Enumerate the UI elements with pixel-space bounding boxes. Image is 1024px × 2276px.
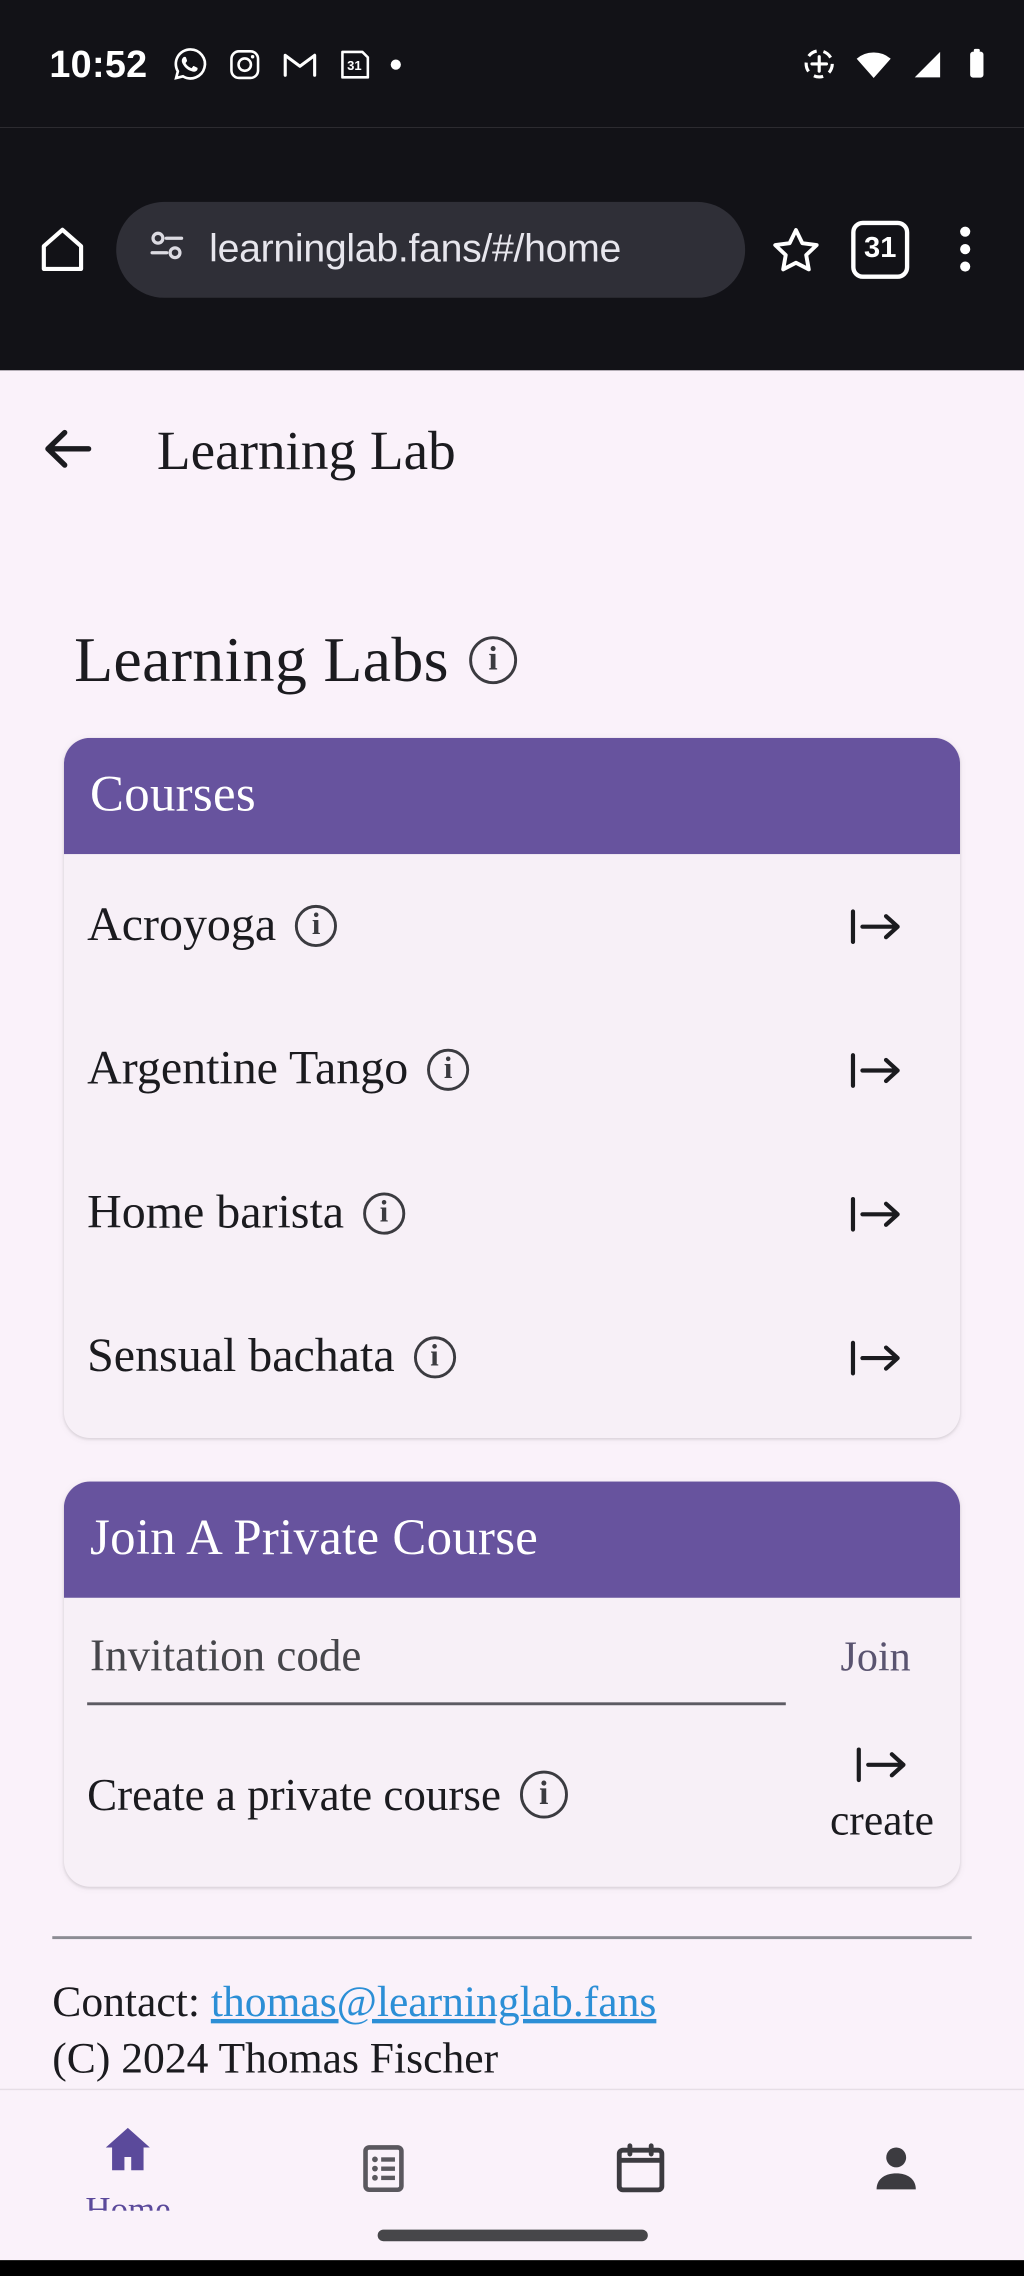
course-info-icon[interactable] [362, 1192, 406, 1235]
course-row-left: Argentine Tango [87, 1042, 470, 1097]
course-row-left: Acroyoga [87, 899, 338, 953]
join-card-title: Join A Private Course [90, 1509, 539, 1566]
join-card-body: Join Create a private course create [64, 1598, 960, 1887]
courses-card-title: Courses [90, 765, 256, 823]
contact-prefix: Contact: [52, 1978, 211, 2027]
calendar-31-icon: 31 [336, 46, 372, 82]
create-private-course-row[interactable]: Create a private course create [64, 1705, 960, 1878]
home-icon[interactable] [23, 210, 101, 288]
course-label: Argentine Tango [87, 1042, 409, 1096]
calendar-icon [611, 2140, 669, 2205]
contact-email-link[interactable]: thomas@learninglab.fans [211, 1978, 657, 2026]
android-status-bar: 10:52 31 [0, 0, 1024, 128]
site-permissions-icon[interactable] [145, 224, 189, 275]
bookmark-star-icon[interactable] [757, 210, 835, 288]
instagram-icon [226, 46, 262, 82]
gesture-navigation-bar[interactable] [0, 2210, 1024, 2261]
page-title-row: Learning Labs [0, 533, 1024, 738]
course-row-left: Home barista [87, 1186, 406, 1241]
list-icon [356, 2141, 411, 2203]
create-private-course-label: Create a private course [87, 1768, 501, 1820]
course-info-icon[interactable] [413, 1336, 456, 1379]
app-bar-title: Learning Lab [156, 421, 456, 483]
course-info-icon[interactable] [295, 904, 338, 948]
phone-screen: 10:52 31 learninglab.fans/#/home 31 Lear… [0, 0, 1024, 2261]
create-action-label: create [829, 1796, 934, 1845]
scroll-area[interactable]: Learning Labs Courses Acroyoga [0, 533, 1024, 2089]
person-icon [867, 2140, 925, 2205]
page-title-info-icon[interactable] [469, 636, 518, 685]
courses-list: Acroyoga Argentine Tango [64, 854, 960, 1438]
whatsapp-icon [171, 45, 209, 83]
cellular-signal-icon [909, 46, 945, 82]
status-bar-clock: 10:52 [49, 41, 148, 85]
courses-card-header: Courses [63, 737, 961, 855]
omnibox[interactable]: learninglab.fans/#/home [116, 201, 746, 298]
tab-count-badge: 31 [851, 220, 910, 279]
status-bar-left: 10:52 31 [49, 41, 800, 86]
nav-item-calendar[interactable] [512, 2140, 768, 2211]
app-viewport: Learning Lab Learning Labs Courses Acroy… [0, 370, 1024, 2261]
contact-line: Contact: thomas@learninglab.fans [52, 1974, 971, 2031]
home-icon [99, 2120, 157, 2185]
courses-card: Courses Acroyoga Argenti [63, 737, 961, 1438]
course-row[interactable]: Sensual bachata [64, 1285, 960, 1429]
enter-course-icon[interactable] [847, 1047, 905, 1093]
footer: Contact: thomas@learninglab.fans (C) 202… [0, 1936, 1024, 2087]
invitation-code-field[interactable] [87, 1629, 786, 1706]
overflow-menu-icon[interactable] [925, 210, 1003, 288]
course-label: Home barista [87, 1186, 345, 1239]
invitation-code-input[interactable] [87, 1629, 786, 1682]
tab-switcher-icon[interactable]: 31 [841, 210, 919, 288]
course-row[interactable]: Home barista [64, 1142, 960, 1286]
course-row[interactable]: Argentine Tango [64, 998, 960, 1142]
gmail-icon [280, 44, 319, 83]
create-row-left: Create a private course [87, 1768, 568, 1820]
wifi-icon [854, 44, 893, 83]
course-label: Acroyoga [87, 899, 277, 952]
back-arrow-icon[interactable] [38, 418, 99, 486]
location-icon [800, 45, 838, 83]
join-private-course-card: Join A Private Course Join Create a priv… [63, 1481, 961, 1887]
nav-item-profile[interactable] [768, 2140, 1024, 2211]
omnibox-url-text[interactable]: learninglab.fans/#/home [209, 227, 621, 272]
enter-course-icon[interactable] [847, 903, 905, 949]
status-bar-right [800, 44, 992, 83]
enter-course-icon[interactable] [847, 1334, 905, 1380]
create-info-icon[interactable] [519, 1770, 568, 1819]
join-card-header: Join A Private Course [63, 1481, 961, 1598]
create-private-course-button[interactable]: create [830, 1743, 934, 1846]
create-arrow-icon [853, 1743, 911, 1794]
page-title: Learning Labs [74, 624, 449, 696]
footer-divider [52, 1936, 972, 1940]
dot-icon [389, 58, 401, 69]
course-row-left: Sensual bachata [87, 1330, 456, 1384]
app-bar: Learning Lab [0, 370, 1024, 533]
course-label: Sensual bachata [87, 1330, 395, 1383]
join-button[interactable]: Join [840, 1634, 910, 1705]
browser-toolbar: learninglab.fans/#/home 31 [0, 127, 1024, 371]
battery-icon [962, 46, 993, 82]
course-row[interactable]: Acroyoga [64, 854, 960, 998]
enter-course-icon[interactable] [847, 1190, 905, 1236]
invitation-code-row: Join [64, 1598, 960, 1706]
course-info-icon[interactable] [427, 1048, 470, 1091]
nav-item-list[interactable] [256, 2141, 512, 2209]
copyright-line: (C) 2024 Thomas Fischer [52, 2034, 499, 2083]
svg-text:31: 31 [346, 57, 360, 72]
